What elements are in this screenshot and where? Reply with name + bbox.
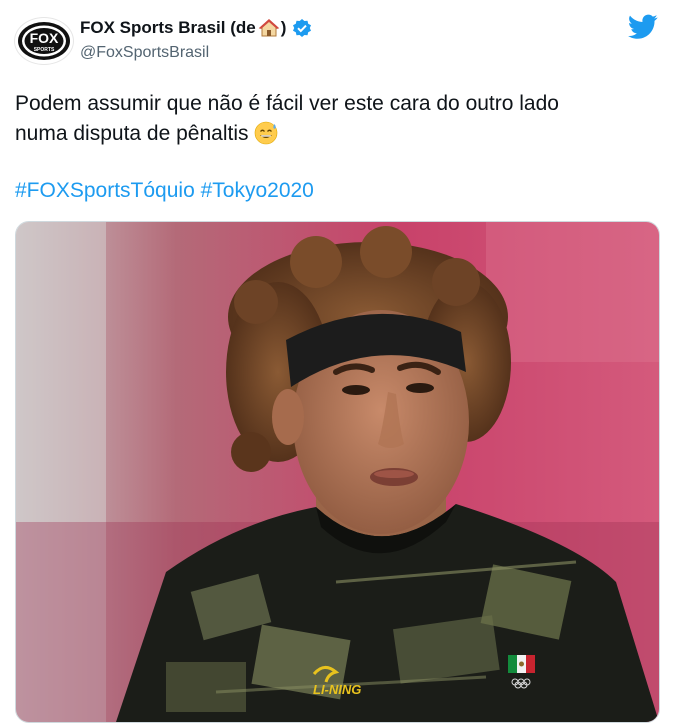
hashtag-foxsportstoquio[interactable]: #FOXSportsTóquio <box>15 179 195 202</box>
hashtag-row: #FOXSportsTóquio #Tokyo2020 <box>15 176 314 206</box>
avatar[interactable]: FOX SPORTS <box>14 17 74 65</box>
sweat-smile-emoji-icon <box>253 121 279 145</box>
tweet-text-line-2-wrap: numa disputa de pênaltis <box>15 119 665 149</box>
verified-badge-icon <box>292 18 312 38</box>
jersey-brand: LI-NING <box>313 682 361 697</box>
house-icon <box>258 18 280 38</box>
tweet-photo[interactable]: LI-NING <box>15 221 660 723</box>
display-name[interactable]: FOX Sports Brasil (de <box>80 18 256 38</box>
tweet-text-line-1: Podem assumir que não é fácil ver este c… <box>15 92 559 115</box>
twitter-bird-icon[interactable] <box>628 14 658 40</box>
author-handle[interactable]: @FoxSportsBrasil <box>80 44 209 62</box>
hashtag-tokyo2020[interactable]: #Tokyo2020 <box>201 179 314 202</box>
tweet-text-line-2: numa disputa de pênaltis <box>15 122 249 145</box>
author-name-row[interactable]: FOX Sports Brasil (de ) <box>80 16 312 40</box>
tweet-card: FOX SPORTS FOX Sports Brasil (de ) @FoxS… <box>0 0 680 723</box>
display-name-close: ) <box>280 18 287 37</box>
logo-text-top: FOX <box>30 30 59 46</box>
logo-text-bottom: SPORTS <box>34 47 55 53</box>
tweet-text: Podem assumir que não é fácil ver este c… <box>15 89 665 149</box>
